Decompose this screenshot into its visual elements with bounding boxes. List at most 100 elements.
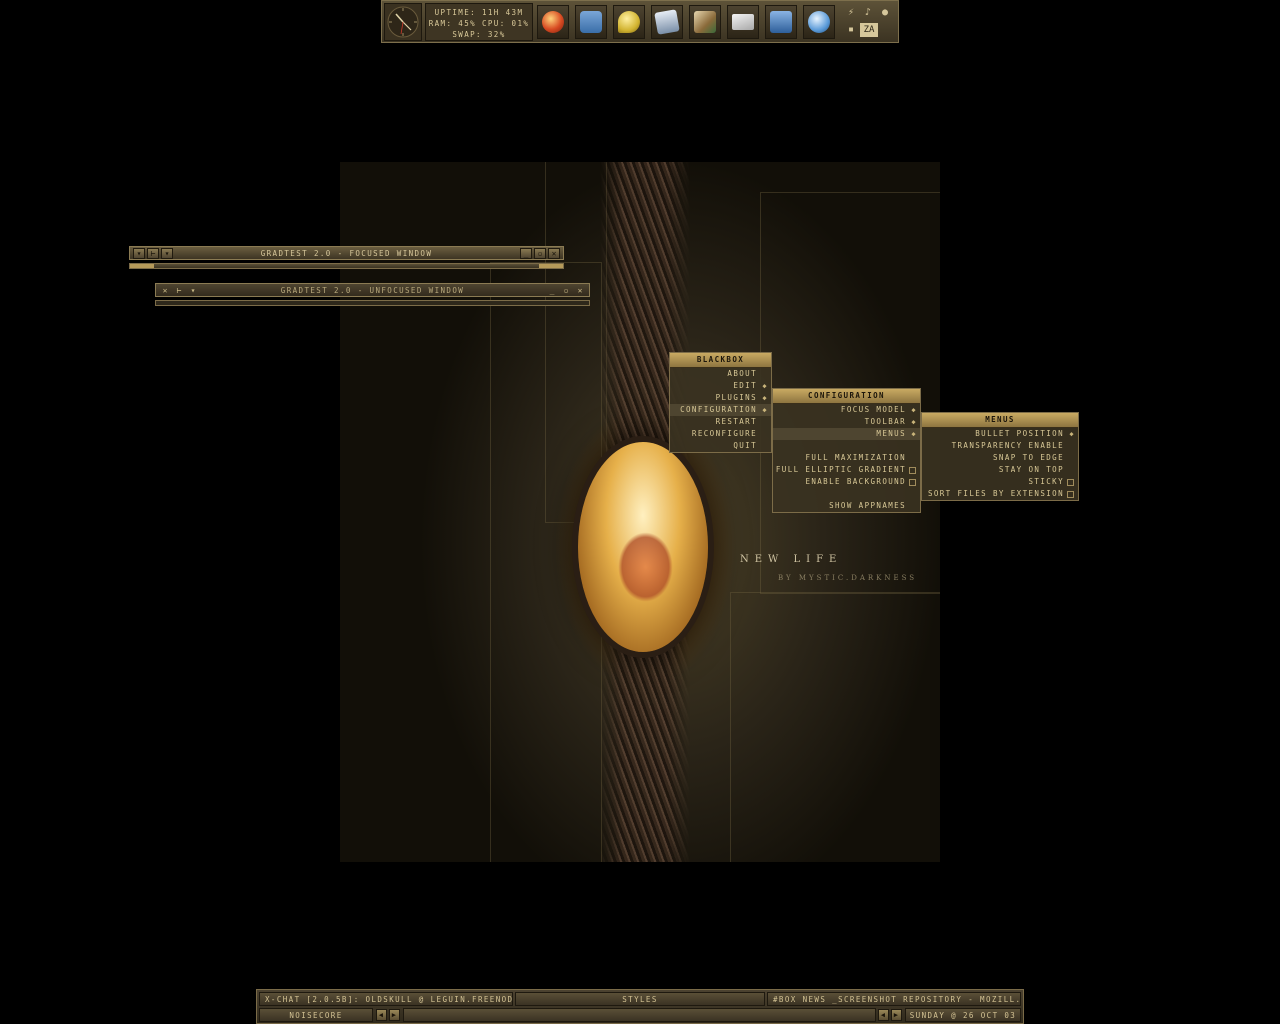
network-icon[interactable]: ⚡: [844, 6, 858, 20]
file-manager-icon: [654, 9, 680, 35]
menu-item-bullet-position[interactable]: BULLET POSITION ◆: [922, 428, 1078, 440]
menu-item-label: EDIT: [733, 381, 757, 390]
bottom-toolbar: X-CHAT [2.0.5B]: OLDSKULL @ LEGUIN.FREEN…: [256, 989, 1024, 1024]
clock-date: SUNDAY @ 26 OCT 03: [905, 1008, 1021, 1022]
window-title: GRADTEST 2.0 - FOCUSED WINDOW: [260, 249, 433, 258]
window-titlebar[interactable]: ▾ ⊢ ▾ GRADTEST 2.0 - FOCUSED WINDOW _ ▫ …: [129, 246, 564, 260]
menu-item-configuration[interactable]: CONFIGURATION ◆: [670, 404, 771, 416]
dock-launcher-terminal[interactable]: [575, 5, 607, 39]
menu-separator: [773, 488, 920, 500]
taskbar-item-styles[interactable]: STYLES: [515, 992, 765, 1006]
display-icon[interactable]: ▪: [844, 23, 858, 37]
configuration-menu: CONFIGURATION FOCUS MODEL ◆ TOOLBAR ◆ MENU…: [772, 388, 921, 513]
firefox-icon: [542, 11, 564, 33]
blackbox-menu: BLACKBOX ABOUT EDIT ◆ PLUGINS ◆ CONFIGURAT…: [669, 352, 772, 453]
close-button[interactable]: ✕: [548, 248, 560, 259]
menu-item-about[interactable]: ABOUT: [670, 368, 771, 380]
stick-button[interactable]: ▾: [161, 248, 173, 259]
globe-icon: [808, 11, 830, 33]
window-resize-handle[interactable]: [155, 300, 590, 306]
stick-button[interactable]: ▾: [187, 285, 199, 296]
window-resize-handle[interactable]: [129, 263, 564, 269]
menu-item-label: ENABLE BACKGROUND: [805, 477, 906, 486]
menu-item-reconfigure[interactable]: RECONFIGURE: [670, 428, 771, 440]
ram-cpu-text: RAM: 45% CPU: 01%: [428, 19, 530, 28]
menu-item-label: TOOLBAR: [864, 417, 906, 426]
mail-icon: [732, 14, 754, 30]
submenu-arrow-icon: ◆: [911, 430, 917, 438]
shade-button[interactable]: ⊢: [173, 285, 185, 296]
menu-item-snap-to-edge[interactable]: SNAP TO EDGE: [922, 452, 1078, 464]
top-dock: UPTIME: 11H 43M RAM: 45% CPU: 01% SWAP: …: [381, 0, 899, 43]
workspace-next-button[interactable]: ▶: [389, 1009, 400, 1021]
focused-window[interactable]: ▾ ⊢ ▾ GRADTEST 2.0 - FOCUSED WINDOW _ ▫ …: [129, 246, 564, 271]
system-monitor: UPTIME: 11H 43M RAM: 45% CPU: 01% SWAP: …: [425, 3, 533, 41]
menu-item-label: QUIT: [733, 441, 757, 450]
minimize-button[interactable]: _: [520, 248, 532, 259]
window-next-button[interactable]: ▶: [891, 1009, 902, 1021]
minimize-button[interactable]: _: [546, 285, 558, 296]
maximize-button[interactable]: ▫: [560, 285, 572, 296]
swap-text: SWAP: 32%: [452, 30, 506, 39]
menus-submenu: MENUS BULLET POSITION ◆ TRANSPARENCY ENAB…: [921, 412, 1079, 501]
window-menu-button[interactable]: ✕: [159, 285, 171, 296]
menu-item-edit[interactable]: EDIT ◆: [670, 380, 771, 392]
resize-grip-left[interactable]: [130, 264, 154, 268]
menu-item-restart[interactable]: RESTART: [670, 416, 771, 428]
menu-item-label: TRANSPARENCY ENABLE: [951, 441, 1064, 450]
dock-launcher-notes[interactable]: [765, 5, 797, 39]
menu-item-label: FOCUS MODEL: [840, 405, 906, 414]
graphics-editor-icon: [694, 11, 716, 33]
submenu-arrow-icon: ◆: [762, 382, 768, 390]
mouse-icon[interactable]: ●: [878, 6, 892, 20]
dock-launcher-graphics[interactable]: [689, 5, 721, 39]
wallpaper-byline: BY MYSTIC.DARKNESS: [778, 574, 918, 582]
submenu-arrow-icon: ◆: [762, 406, 768, 414]
checkbox-icon: [1067, 479, 1074, 486]
dock-launcher-firefox[interactable]: [537, 5, 569, 39]
menu-item-full-maximization[interactable]: FULL MAXIMIZATION: [773, 452, 920, 464]
dock-launcher-chat[interactable]: [613, 5, 645, 39]
menu-item-plugins[interactable]: PLUGINS ◆: [670, 392, 771, 404]
taskbar-item-mozilla[interactable]: #BOX NEWS _SCREENSHOT REPOSITORY - MOZIL…: [767, 992, 1021, 1006]
menu-item-toolbar[interactable]: TOOLBAR ◆: [773, 416, 920, 428]
menu-item-show-appnames[interactable]: SHOW APPNAMES: [773, 500, 920, 512]
dock-launcher-mail[interactable]: [727, 5, 759, 39]
menu-item-label: ABOUT: [727, 369, 757, 378]
dock-launcher-files[interactable]: [651, 5, 683, 39]
workspace-prev-button[interactable]: ◀: [376, 1009, 387, 1021]
menu-item-focus-model[interactable]: FOCUS MODEL ◆: [773, 404, 920, 416]
checkbox-icon: [909, 479, 916, 486]
uptime-text: UPTIME: 11H 43M: [434, 8, 524, 17]
keyboard-layout-indicator[interactable]: ZA: [860, 23, 878, 37]
volume-icon[interactable]: ♪: [861, 6, 875, 20]
menu-item-label: MENUS: [876, 429, 906, 438]
unfocused-window[interactable]: ✕ ⊢ ▾ GRADTEST 2.0 - UNFOCUSED WINDOW _ …: [155, 283, 590, 308]
menu-item-menus[interactable]: MENUS ◆: [773, 428, 920, 440]
wallpaper-title: NEW LIFE: [740, 554, 843, 565]
menu-item-label: BULLET POSITION: [975, 429, 1064, 438]
menu-title: BLACKBOX: [670, 353, 771, 368]
menu-item-full-elliptic-gradient[interactable]: FULL ELLIPTIC GRADIENT: [773, 464, 920, 476]
maximize-button[interactable]: ▫: [534, 248, 546, 259]
menu-item-sort-files-by-extension[interactable]: SORT FILES BY EXTENSION: [922, 488, 1078, 500]
terminal-icon: [580, 11, 602, 33]
menu-item-enable-background[interactable]: ENABLE BACKGROUND: [773, 476, 920, 488]
checkbox-icon: [1067, 491, 1074, 498]
menu-item-transparency-enable[interactable]: TRANSPARENCY ENABLE: [922, 440, 1078, 452]
close-button[interactable]: ✕: [574, 285, 586, 296]
window-menu-button[interactable]: ▾: [133, 248, 145, 259]
menu-separator: [773, 440, 920, 452]
menu-item-sticky[interactable]: STICKY: [922, 476, 1078, 488]
window-titlebar[interactable]: ✕ ⊢ ▾ GRADTEST 2.0 - UNFOCUSED WINDOW _ …: [155, 283, 590, 297]
resize-grip-right[interactable]: [539, 264, 563, 268]
taskbar-item-xchat[interactable]: X-CHAT [2.0.5B]: OLDSKULL @ LEGUIN.FREEN…: [259, 992, 513, 1006]
menu-item-label: SHOW APPNAMES: [829, 501, 906, 510]
menu-item-label: SORT FILES BY EXTENSION: [927, 489, 1064, 498]
menu-item-stay-on-top[interactable]: STAY ON TOP: [922, 464, 1078, 476]
menu-item-quit[interactable]: QUIT: [670, 440, 771, 452]
window-prev-button[interactable]: ◀: [878, 1009, 889, 1021]
dock-launcher-browser[interactable]: [803, 5, 835, 39]
shade-button[interactable]: ⊢: [147, 248, 159, 259]
menu-item-label: RESTART: [715, 417, 757, 426]
